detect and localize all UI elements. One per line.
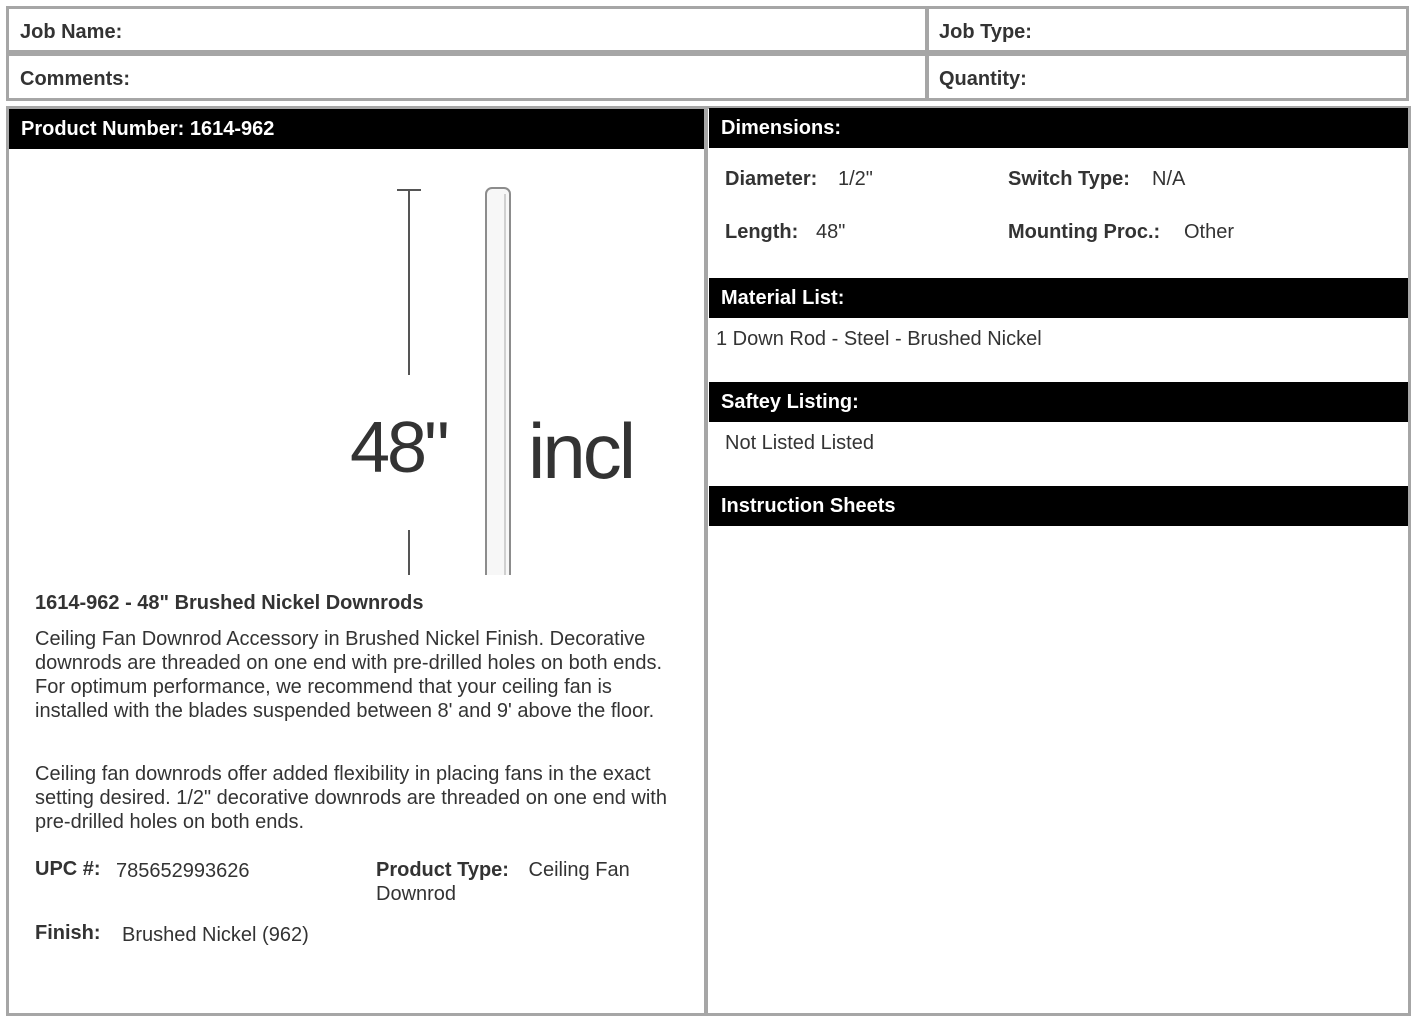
job-type-cell: Job Type: xyxy=(926,6,1409,53)
finish-value: Brushed Nickel (962) xyxy=(122,924,309,946)
image-unit-text: incl xyxy=(528,407,636,495)
product-description-2: Ceiling fan downrods offer added flexibi… xyxy=(35,762,690,834)
mounting-proc-label: Mounting Proc.: xyxy=(1008,221,1161,243)
upc-value: 785652993626 xyxy=(116,860,250,882)
switch-type-value: N/A xyxy=(1152,168,1186,190)
product-title: 1614-962 - 48" Brushed Nickel Downrods xyxy=(35,592,424,614)
upc-label: UPC #: xyxy=(35,858,101,880)
diameter-label: Diameter: xyxy=(725,168,818,190)
comments-cell: Comments: xyxy=(6,53,928,101)
diameter-value: 1/2" xyxy=(838,168,873,190)
image-length-text: 48" xyxy=(350,408,450,488)
product-description-1: Ceiling Fan Downrod Accessory in Brushed… xyxy=(35,627,685,723)
quantity-label: Quantity: xyxy=(939,68,1027,90)
instruction-sheets-header: Instruction Sheets xyxy=(709,486,1408,526)
product-number-header: Product Number: 1614-962 xyxy=(9,109,704,149)
material-list-header: Material List: xyxy=(709,278,1408,318)
switch-type-label: Switch Type: xyxy=(1008,168,1130,190)
mounting-proc-value: Other xyxy=(1184,221,1235,243)
safety-listing-header: Saftey Listing: xyxy=(709,382,1408,422)
length-value: 48" xyxy=(816,221,846,243)
product-image: 48" incl xyxy=(340,180,658,575)
job-name-label: Job Name: xyxy=(20,21,123,43)
product-description-2-text: Ceiling fan downrods offer added flexibi… xyxy=(35,763,667,833)
product-type: Product Type: Ceiling Fan Downrod xyxy=(376,858,676,906)
comments-label: Comments: xyxy=(20,68,131,90)
product-type-label: Product Type: xyxy=(376,859,509,881)
safety-listing-value: Not Listed Listed xyxy=(725,432,874,454)
product-description-1-text: Ceiling Fan Downrod Accessory in Brushed… xyxy=(35,628,663,722)
quantity-cell: Quantity: xyxy=(926,53,1409,101)
job-name-cell: Job Name: xyxy=(6,6,928,53)
dimensions-header: Dimensions: xyxy=(709,108,1408,148)
finish-label: Finish: xyxy=(35,922,101,944)
downrod-drawing xyxy=(397,187,511,575)
length-label: Length: xyxy=(725,221,799,243)
job-type-label: Job Type: xyxy=(939,21,1032,43)
material-list-item: 1 Down Rod - Steel - Brushed Nickel xyxy=(716,328,1042,350)
